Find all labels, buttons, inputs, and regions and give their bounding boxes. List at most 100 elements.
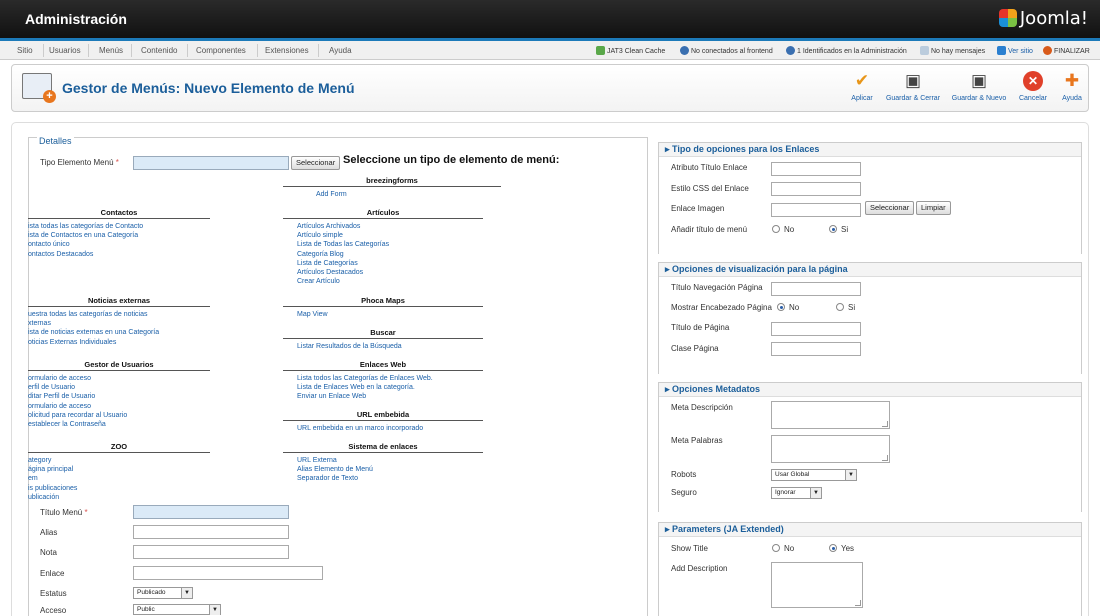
type-link-search[interactable]: Listar Resultados de la Búsqueda [297,342,402,351]
sistema-links: URL Externa Alias Elemento de Menú Separ… [297,456,373,484]
type-link[interactable]: oticias Externas Individuales [28,338,159,347]
robots-select[interactable]: Usar Global ▼ [771,469,857,481]
type-link-add-form[interactable]: Add Form [316,190,347,199]
select-type-button[interactable]: Seleccionar [291,156,341,170]
link-options-header[interactable]: ▸ Tipo de opciones para los Enlaces [659,143,1081,157]
show-title-no-radio[interactable] [772,544,780,552]
meta-keywords-field[interactable] [771,435,890,463]
joomla-logo[interactable]: Joomla! [998,8,1088,29]
link-title-attr-field[interactable] [771,162,861,176]
type-link[interactable]: Separador de Texto [297,474,373,483]
link-css-field[interactable] [771,182,861,196]
mail-icon [920,46,929,55]
type-link[interactable]: Crear Artículo [297,277,389,286]
save-new-button[interactable]: ▣ Guardar & Nuevo [949,71,1009,102]
menu-extensiones[interactable]: Extensiones [265,46,309,55]
type-link[interactable]: ategory [28,456,77,465]
type-link[interactable]: Lista de Todas las Categorías [297,240,389,249]
add-description-field[interactable] [771,562,863,608]
type-link[interactable]: Artículos Archivados [297,222,389,231]
nav-title-field[interactable] [771,282,861,296]
secure-label: Seguro [671,488,697,497]
show-title-yes-radio[interactable] [829,544,837,552]
clean-cache-link[interactable]: JAT3 Clean Cache [596,46,665,55]
type-link[interactable]: erfil de Usuario [28,383,127,392]
menu-divider [131,44,132,57]
type-link[interactable]: URL Externa [297,456,373,465]
cancel-button[interactable]: ✕ Cancelar [1015,71,1051,102]
type-link[interactable]: is publicaciones [28,484,77,493]
type-link-wrapper[interactable]: URL embebida en un marco incorporado [297,424,423,433]
status-select[interactable]: Publicado ▼ [133,587,193,599]
type-link[interactable]: ublicación [28,493,77,502]
image-clear-button[interactable]: Limpiar [916,201,951,215]
page-display-header[interactable]: ▸ Opciones de visualización para la pági… [659,263,1081,277]
page-title-field[interactable] [771,322,861,336]
menu-ayuda[interactable]: Ayuda [329,46,352,55]
menu-title-field[interactable] [133,505,289,519]
type-link[interactable]: Lista de Enlaces Web en la categoría. [297,383,433,392]
type-link[interactable]: xternas [28,319,159,328]
link-image-field[interactable] [771,203,861,217]
menu-usuarios[interactable]: Usuarios [49,46,81,55]
type-link[interactable]: ontacto único [28,240,143,249]
chevron-down-icon: ▼ [181,588,192,598]
metadata-header[interactable]: ▸ Opciones Metadatos [659,383,1081,397]
joomla-logo-icon [998,9,1017,27]
menu-manager-icon [22,73,56,103]
status-label: Estatus [40,589,67,598]
show-heading-no-label: No [789,303,800,312]
type-link[interactable]: Artículo simple [297,231,389,240]
type-link[interactable]: ormulario de acceso [28,402,127,411]
type-link[interactable]: ontactos Destacados [28,250,143,259]
add-title-yes-label: Si [841,225,849,234]
type-link[interactable]: ista de noticias externas en una Categor… [28,328,159,337]
messages-status[interactable]: No hay mensajes [920,46,985,55]
show-heading-no-radio[interactable] [777,303,785,311]
menu-sitio[interactable]: Sitio [17,46,33,55]
note-field[interactable] [133,545,289,559]
type-link-map-view[interactable]: Map View [297,310,328,319]
type-link[interactable]: Alias Elemento de Menú [297,465,373,474]
menu-menus[interactable]: Menús [99,46,123,55]
type-link[interactable]: uestra todas las categorías de noticias [28,310,159,319]
add-title-no-radio[interactable] [772,225,780,233]
type-link[interactable]: Categoría Blog [297,250,389,259]
type-link[interactable]: Lista todos las Categorías de Enlaces We… [297,374,433,383]
link-field[interactable] [133,566,323,580]
alias-field[interactable] [133,525,289,539]
type-link[interactable]: Artículos Destacados [297,268,389,277]
type-link[interactable]: establecer la Contraseña [28,420,127,429]
type-link[interactable]: Lista de Categorías [297,259,389,268]
parameters-header[interactable]: ▸ Parameters (JA Extended) [659,523,1081,537]
link-options-panel: ▸ Tipo de opciones para los Enlaces [658,142,1082,254]
type-link[interactable]: Enviar un Enlace Web [297,392,433,401]
group-sistema-enlaces: Sistema de enlaces [283,442,483,453]
meta-description-field[interactable] [771,401,890,429]
menu-contenido[interactable]: Contenido [141,46,177,55]
help-button[interactable]: ✚ Ayuda [1058,71,1086,102]
image-select-button[interactable]: Seleccionar [865,201,915,215]
menu-type-field[interactable] [133,156,289,170]
apply-button[interactable]: ✔ Aplicar [847,71,877,102]
show-title-no-label: No [784,544,795,553]
view-site-link[interactable]: Ver sitio [997,46,1033,55]
menu-componentes[interactable]: Componentes [196,46,246,55]
logout-link[interactable]: FINALIZAR [1043,46,1090,55]
add-title-yes-radio[interactable] [829,225,837,233]
type-link[interactable]: olicitud para recordar al Usuario [28,411,127,420]
group-contactos: Contactos [28,208,210,219]
add-title-label: Añadir título de menú [671,225,748,234]
type-link[interactable]: ista todas las categorías de Contacto [28,222,143,231]
type-link[interactable]: ágina principal [28,465,77,474]
robots-label: Robots [671,470,697,479]
type-link[interactable]: ormulario de acceso [28,374,127,383]
secure-select[interactable]: Ignorar ▼ [771,487,822,499]
show-heading-yes-radio[interactable] [836,303,844,311]
type-link[interactable]: ista de Contactos en una Categoría [28,231,143,240]
type-link[interactable]: em [28,474,77,483]
type-link[interactable]: ditar Perfil de Usuario [28,392,127,401]
access-select[interactable]: Public ▼ [133,604,221,615]
save-close-button[interactable]: ▣ Guardar & Cerrar [882,71,944,102]
page-class-field[interactable] [771,342,861,356]
